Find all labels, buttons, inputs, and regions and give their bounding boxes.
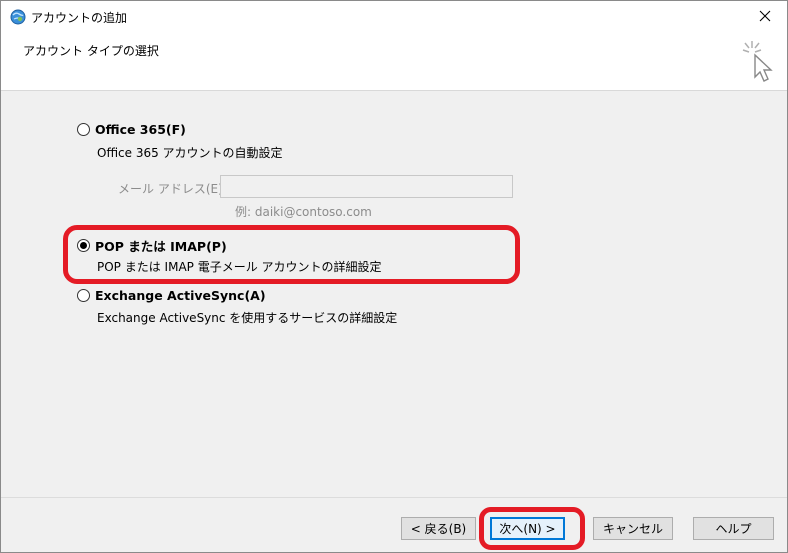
back-button[interactable]: < 戻る(B) [401, 517, 476, 540]
radio-selected-dot [80, 242, 87, 249]
footer-divider [1, 497, 787, 498]
cancel-button[interactable]: キャンセル [593, 517, 673, 540]
window-title: アカウントの追加 [31, 11, 128, 25]
close-icon [759, 10, 771, 22]
radio-exchange-activesync[interactable]: Exchange ActiveSync(A) [77, 288, 266, 303]
email-label: メール アドレス(E): [118, 182, 227, 196]
email-input[interactable] [220, 175, 513, 198]
next-button[interactable]: 次へ(N) > [490, 517, 565, 540]
radio-label-pop-imap: POP または IMAP(P) [95, 239, 227, 254]
radio-label-exchange-activesync: Exchange ActiveSync(A) [95, 288, 266, 303]
help-button[interactable]: ヘルプ [693, 517, 774, 540]
radio-button-exchange-activesync[interactable] [77, 289, 90, 302]
add-account-dialog: アカウントの追加 アカウント タイプの選択 Office 365(F) Offi… [0, 0, 788, 553]
exchange-activesync-description: Exchange ActiveSync を使用するサービスの詳細設定 [97, 311, 398, 325]
radio-pop-imap[interactable]: POP または IMAP(P) [77, 236, 227, 255]
wizard-header: アカウント タイプの選択 [1, 33, 787, 91]
office365-description: Office 365 アカウントの自動設定 [97, 146, 283, 160]
close-button[interactable] [743, 1, 787, 31]
outlook-globe-icon [10, 9, 26, 25]
title-bar: アカウントの追加 [1, 1, 787, 33]
radio-office365[interactable]: Office 365(F) [77, 122, 186, 137]
wizard-cursor-icon [742, 41, 773, 82]
radio-label-office365: Office 365(F) [95, 122, 186, 137]
radio-button-office365[interactable] [77, 123, 90, 136]
pop-imap-description: POP または IMAP 電子メール アカウントの詳細設定 [97, 260, 382, 274]
page-title: アカウント タイプの選択 [23, 44, 159, 58]
email-example: 例: daiki@contoso.com [235, 205, 372, 219]
radio-button-pop-imap[interactable] [77, 239, 90, 252]
